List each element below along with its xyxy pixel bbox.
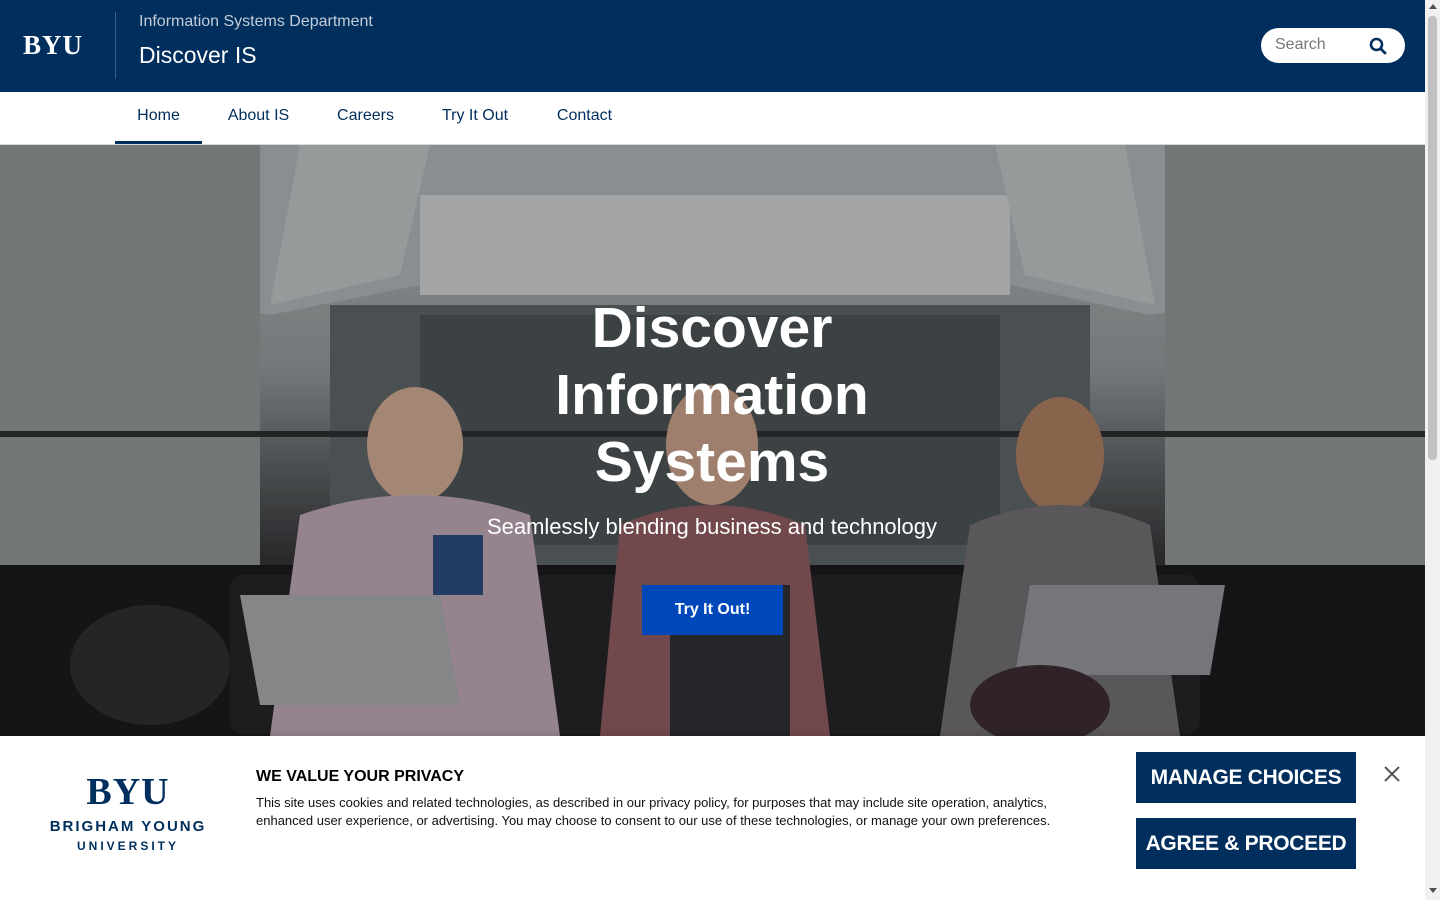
scroll-thumb[interactable]: [1428, 16, 1437, 460]
search-box[interactable]: [1261, 28, 1405, 63]
privacy-banner: BYU BRIGHAM YOUNG UNIVERSITY WE VALUE YO…: [0, 736, 1425, 900]
department-name[interactable]: Information Systems Department: [139, 13, 373, 31]
close-icon[interactable]: [1380, 762, 1404, 786]
try-it-out-button[interactable]: Try It Out!: [642, 585, 783, 635]
privacy-text: This site uses cookies and related techn…: [256, 795, 1051, 828]
hero-title-line: Systems: [594, 430, 830, 494]
byu-logo-mark: BYU: [86, 771, 170, 813]
byu-logo[interactable]: BYU: [23, 30, 83, 61]
logo-text-line: UNIVERSITY: [76, 839, 179, 853]
brigham-young-university-logo: BYU BRIGHAM YOUNG UNIVERSITY: [46, 770, 210, 853]
agree-proceed-button[interactable]: AGREE & PROCEED: [1136, 818, 1356, 869]
hero-title-line: Information: [555, 363, 869, 427]
scroll-down-arrow-icon[interactable]: [1429, 888, 1437, 893]
hero-title: Discover Information Systems: [462, 295, 962, 496]
privacy-heading: WE VALUE YOUR PRIVACY: [256, 768, 465, 785]
nav-item-try-it-out[interactable]: Try It Out: [429, 92, 521, 144]
manage-choices-button[interactable]: MANAGE CHOICES: [1136, 752, 1356, 803]
scroll-up-arrow-icon[interactable]: [1429, 4, 1437, 9]
site-header: BYU Information Systems Department Disco…: [0, 0, 1425, 92]
header-divider: [115, 12, 116, 79]
logo-text-line: BRIGHAM YOUNG: [49, 818, 207, 835]
hero-title-line: Discover: [591, 296, 833, 360]
page-scrollbar[interactable]: [1425, 0, 1440, 900]
main-nav: Home About IS Careers Try It Out Contact: [0, 92, 1425, 145]
nav-item-contact[interactable]: Contact: [545, 92, 624, 144]
site-title[interactable]: Discover IS: [139, 42, 257, 69]
nav-item-home[interactable]: Home: [115, 92, 202, 144]
hero-subtitle: Seamlessly blending business and technol…: [486, 514, 938, 539]
search-input[interactable]: [1275, 36, 1365, 54]
nav-item-careers[interactable]: Careers: [326, 92, 405, 144]
search-icon[interactable]: [1368, 36, 1388, 56]
hero-section: Discover Information Systems Seamlessly …: [0, 145, 1425, 736]
nav-item-about-is[interactable]: About IS: [214, 92, 303, 144]
